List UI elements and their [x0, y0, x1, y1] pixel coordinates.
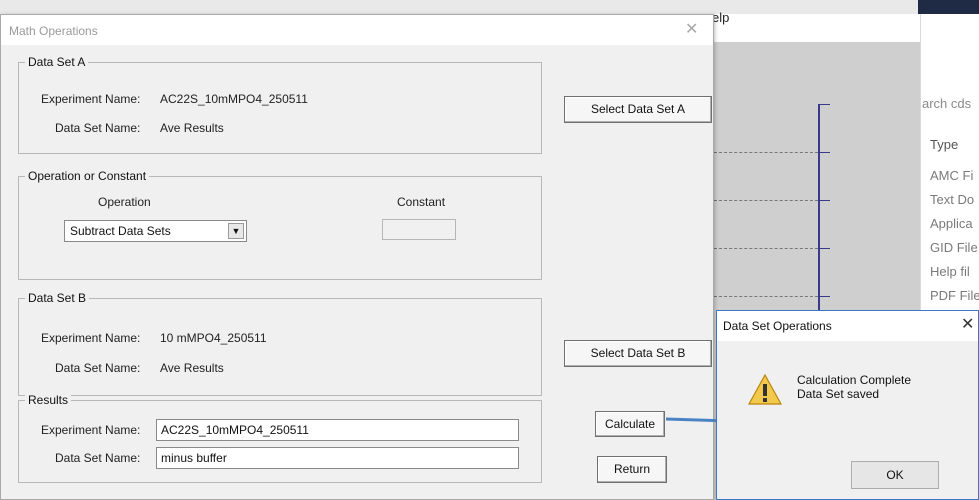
explorer-type-row[interactable]: Help fil	[930, 264, 970, 279]
axis-tick	[818, 296, 830, 297]
group-title: Data Set B	[25, 291, 90, 305]
graph-gridline	[714, 248, 818, 249]
data-set-name-value: Ave Results	[160, 361, 224, 375]
group-title: Operation or Constant	[25, 169, 150, 183]
axis-tick	[818, 104, 830, 105]
math-operations-titlebar: Math Operations ✕	[1, 15, 713, 45]
explorer-type-row[interactable]: Text Do	[930, 192, 974, 207]
select-data-set-a-button[interactable]: Select Data Set A	[564, 96, 712, 123]
background-top-strip	[0, 0, 979, 14]
dialog-message-line1: Calculation Complete	[797, 373, 912, 387]
results-data-set-name-input[interactable]: minus buffer	[156, 447, 519, 469]
select-data-set-b-button[interactable]: Select Data Set B	[564, 340, 712, 367]
group-title: Data Set A	[25, 55, 89, 69]
explorer-search-box[interactable]: arch cds	[922, 96, 971, 111]
data-set-name-value: Ave Results	[160, 121, 224, 135]
close-icon[interactable]: ✕	[685, 19, 698, 39]
graph-gridline	[714, 152, 818, 153]
experiment-name-label: Experiment Name:	[41, 331, 141, 345]
explorer-type-header[interactable]: Type	[930, 137, 958, 152]
data-set-b-group: Data Set B Experiment Name: 10 mMPO4_250…	[18, 291, 542, 396]
results-group: Results Experiment Name: AC22S_10mMPO4_2…	[18, 393, 542, 483]
operation-dropdown[interactable]: Subtract Data Sets ▼	[64, 220, 247, 242]
operation-label: Operation	[98, 195, 151, 209]
data-set-name-label: Data Set Name:	[55, 121, 141, 135]
window-title: Math Operations	[9, 24, 98, 38]
data-set-a-group: Data Set A Experiment Name: AC22S_10mMPO…	[18, 55, 542, 154]
data-set-operations-dialog: Data Set Operations ✕ Calculation Comple…	[716, 310, 979, 500]
operation-group: Operation or Constant Operation Subtract…	[18, 169, 542, 280]
dialog-titlebar: Data Set Operations ✕	[717, 311, 978, 341]
axis-tick	[818, 152, 830, 153]
axis-tick	[818, 248, 830, 249]
explorer-type-row[interactable]: Applica	[930, 216, 973, 231]
experiment-name-label: Experiment Name:	[41, 92, 141, 106]
return-button[interactable]: Return	[597, 456, 667, 483]
constant-field[interactable]	[382, 219, 456, 240]
chevron-down-icon[interactable]: ▼	[228, 223, 244, 239]
math-operations-window: Math Operations ✕ Data Set A Experiment …	[0, 14, 714, 500]
close-icon[interactable]: ✕	[961, 314, 974, 334]
calculate-button[interactable]: Calculate	[595, 411, 665, 437]
graph-gridline	[714, 296, 818, 297]
data-set-name-label: Data Set Name:	[55, 451, 141, 465]
explorer-type-row[interactable]: GID File	[930, 240, 978, 255]
operation-dropdown-value: Subtract Data Sets	[70, 224, 171, 238]
group-title: Results	[25, 393, 72, 407]
results-experiment-name-input[interactable]: AC22S_10mMPO4_250511	[156, 419, 519, 441]
graph-gridline	[714, 200, 818, 201]
explorer-type-row[interactable]: AMC Fi	[930, 168, 973, 183]
dialog-message-line2: Data Set saved	[797, 387, 880, 401]
experiment-name-value: AC22S_10mMPO4_250511	[160, 92, 308, 106]
warning-icon	[747, 373, 783, 405]
experiment-name-label: Experiment Name:	[41, 423, 141, 437]
constant-label: Constant	[397, 195, 446, 209]
explorer-type-row[interactable]: PDF File	[930, 288, 979, 303]
data-set-name-label: Data Set Name:	[55, 361, 141, 375]
background-menu-help[interactable]: elp	[712, 10, 729, 25]
axis-tick	[818, 200, 830, 201]
experiment-name-value: 10 mMPO4_250511	[160, 331, 267, 345]
dialog-title: Data Set Operations	[723, 319, 832, 333]
ok-button[interactable]: OK	[851, 461, 939, 489]
background-title-bar	[918, 0, 979, 14]
